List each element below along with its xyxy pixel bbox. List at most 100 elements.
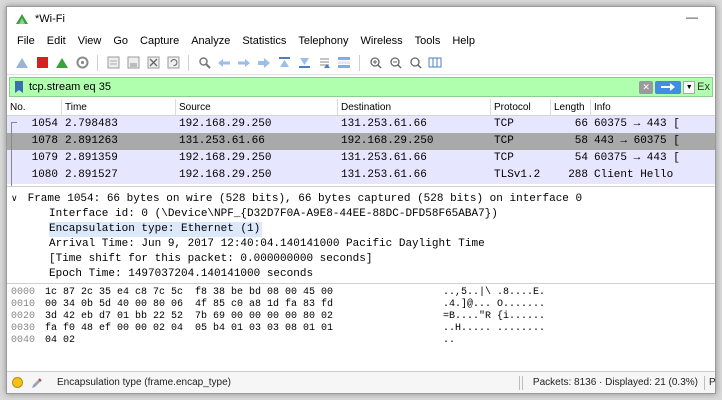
- packet-length: 54: [574, 152, 588, 164]
- bytes-row[interactable]: 0000 1c 87 2c 35 e4 c8 7c 5c f8 38 be bd…: [11, 287, 711, 299]
- bytes-ascii: .4.]@... O.......: [443, 299, 546, 310]
- menu-wireless[interactable]: Wireless: [355, 31, 409, 51]
- column-header-info[interactable]: Info: [591, 99, 715, 115]
- detail-field-interface-id[interactable]: Interface id: 0 (\Device\NPF_{D32D7F0A-A…: [9, 207, 713, 222]
- menu-capture[interactable]: Capture: [134, 31, 185, 51]
- detail-field-time-shift[interactable]: [Time shift for this packet: 0.000000000…: [9, 252, 713, 267]
- detail-field-arrival-time[interactable]: Arrival Time: Jun 9, 2017 12:40:04.14014…: [9, 237, 713, 252]
- detail-field-encapsulation-type[interactable]: Encapsulation type: Ethernet (1): [49, 222, 263, 237]
- apply-filter-icon[interactable]: [655, 80, 682, 94]
- packet-info: 443 → 60375 [: [594, 135, 680, 147]
- packet-destination: 131.253.61.66: [341, 118, 427, 130]
- packet-length: 288: [568, 169, 588, 181]
- autoscroll-icon[interactable]: [315, 54, 333, 72]
- menu-bar: File Edit View Go Capture Analyze Statis…: [7, 31, 715, 51]
- packet-destination: 192.168.29.250: [341, 135, 434, 147]
- bytes-hex: 3d 42 eb d7 01 bb 22 52 7b 69 00 00 00 0…: [45, 311, 334, 322]
- expression-button[interactable]: Ex: [697, 81, 712, 93]
- packet-time: 2.891263: [65, 135, 118, 147]
- display-filter-input[interactable]: [29, 78, 640, 96]
- status-separator: [518, 375, 520, 390]
- packet-row[interactable]: 1080 2.891527 192.168.29.250 131.253.61.…: [7, 167, 715, 184]
- toolbar-separator: [97, 54, 98, 71]
- go-first-icon[interactable]: [275, 54, 293, 72]
- bytes-offset: 0030: [11, 323, 36, 334]
- column-header-destination[interactable]: Destination: [338, 99, 491, 115]
- column-header-no[interactable]: No.: [7, 99, 62, 115]
- clear-filter-icon[interactable]: ✕: [639, 80, 654, 94]
- colorize-icon[interactable]: [335, 54, 353, 72]
- status-packet-counts: Packets: 8136 · Displayed: 21 (0.3%): [532, 377, 698, 388]
- bytes-hex: fa f0 48 ef 00 00 02 04 05 b4 01 03 03 0…: [45, 323, 334, 334]
- stop-capture-icon[interactable]: [33, 54, 51, 72]
- packet-source: 131.253.61.66: [179, 135, 265, 147]
- bytes-ascii: ..: [443, 335, 456, 346]
- reload-file-icon[interactable]: [164, 54, 182, 72]
- menu-analyze[interactable]: Analyze: [185, 31, 236, 51]
- bytes-offset: 0040: [11, 335, 36, 346]
- menu-help[interactable]: Help: [446, 31, 481, 51]
- packet-row[interactable]: 1079 2.891359 192.168.29.250 131.253.61.…: [7, 150, 715, 167]
- packet-time: 2.798483: [65, 118, 118, 130]
- menu-statistics[interactable]: Statistics: [236, 31, 292, 51]
- bytes-row[interactable]: 0040 04 02 ..: [11, 335, 711, 347]
- packet-time: 2.891527: [65, 169, 118, 181]
- column-header-protocol[interactable]: Protocol: [491, 99, 551, 115]
- main-toolbar: [7, 51, 715, 75]
- capture-comment-pencil-icon[interactable]: [31, 377, 43, 389]
- packet-protocol: TCP: [494, 152, 514, 164]
- packet-protocol: TCP: [494, 135, 514, 147]
- bytes-ascii: ..H..... ........: [443, 323, 546, 334]
- go-back-icon[interactable]: [215, 54, 233, 72]
- detail-field-epoch-time[interactable]: Epoch Time: 1497037204.140141000 seconds: [9, 267, 713, 282]
- bookmark-icon[interactable]: [12, 80, 26, 94]
- bytes-hex: 1c 87 2c 35 e4 c8 7c 5c f8 38 be bd 08 0…: [45, 287, 334, 298]
- status-profile[interactable]: P: [705, 377, 715, 388]
- packet-time: 2.891359: [65, 152, 118, 164]
- packet-length: 66: [574, 118, 588, 130]
- menu-view[interactable]: View: [72, 31, 108, 51]
- go-forward-icon[interactable]: [235, 54, 253, 72]
- wireshark-window: *Wi-Fi — File Edit View Go Capture Analy…: [6, 6, 716, 394]
- save-file-icon[interactable]: [124, 54, 142, 72]
- menu-edit[interactable]: Edit: [41, 31, 72, 51]
- close-file-icon[interactable]: [144, 54, 162, 72]
- menu-tools[interactable]: Tools: [409, 31, 447, 51]
- status-bar: Encapsulation type (frame.encap_type) Pa…: [7, 371, 715, 393]
- title-bar: *Wi-Fi —: [7, 7, 715, 31]
- menu-telephony[interactable]: Telephony: [292, 31, 354, 51]
- column-header-source[interactable]: Source: [176, 99, 338, 115]
- packet-list: 1054 2.798483 192.168.29.250 131.253.61.…: [7, 116, 715, 186]
- open-file-icon[interactable]: [104, 54, 122, 72]
- expert-info-led-icon[interactable]: [12, 377, 23, 388]
- capture-options-icon[interactable]: [73, 54, 91, 72]
- go-to-packet-icon[interactable]: [255, 54, 273, 72]
- packet-row[interactable]: 1078 2.891263 131.253.61.66 192.168.29.2…: [7, 133, 715, 150]
- zoom-normal-icon[interactable]: [406, 54, 424, 72]
- zoom-in-icon[interactable]: [366, 54, 384, 72]
- zoom-out-icon[interactable]: [386, 54, 404, 72]
- packet-source: 192.168.29.250: [179, 152, 272, 164]
- shark-fin-start-icon[interactable]: [13, 54, 31, 72]
- toolbar-separator: [188, 54, 189, 71]
- column-header-time[interactable]: Time: [62, 99, 176, 115]
- toolbar-separator: [359, 54, 360, 71]
- resize-columns-icon[interactable]: [426, 54, 444, 72]
- packet-row[interactable]: 1054 2.798483 192.168.29.250 131.253.61.…: [7, 116, 715, 133]
- wireshark-fin-icon: [16, 14, 28, 24]
- filter-history-chevron-down-icon[interactable]: ▼: [683, 80, 696, 94]
- menu-file[interactable]: File: [11, 31, 41, 51]
- minimize-button[interactable]: —: [683, 11, 701, 25]
- bytes-row[interactable]: 0030 fa f0 48 ef 00 00 02 04 05 b4 01 03…: [11, 323, 711, 335]
- find-packet-icon[interactable]: [195, 54, 213, 72]
- go-last-icon[interactable]: [295, 54, 313, 72]
- chevron-down-icon[interactable]: ∨: [11, 192, 21, 207]
- bytes-offset: 0010: [11, 299, 36, 310]
- bytes-row[interactable]: 0010 00 34 0b 5d 40 00 80 06 4f 85 c0 a8…: [11, 299, 711, 311]
- restart-capture-icon[interactable]: [53, 54, 71, 72]
- bytes-row[interactable]: 0020 3d 42 eb d7 01 bb 22 52 7b 69 00 00…: [11, 311, 711, 323]
- menu-go[interactable]: Go: [107, 31, 134, 51]
- column-header-length[interactable]: Length: [551, 99, 591, 115]
- window-title: *Wi-Fi: [35, 13, 65, 25]
- frame-tree-item[interactable]: ∨ Frame 1054: 66 bytes on wire (528 bits…: [9, 192, 713, 207]
